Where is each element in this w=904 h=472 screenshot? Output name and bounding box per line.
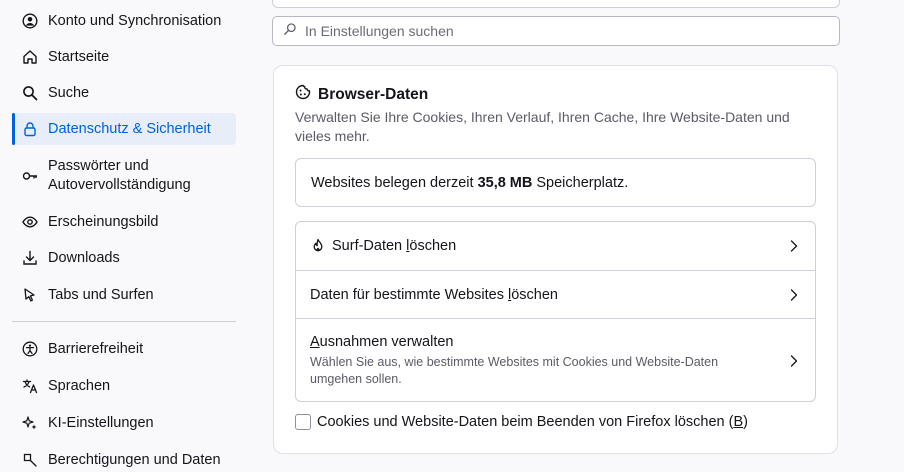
label-part: öschen [511,286,558,303]
delete-on-close-label: Cookies und Website-Daten beim Beenden v… [317,414,748,430]
chevron-right-icon [789,239,799,253]
sidebar-item-account[interactable]: Konto und Synchronisation [12,11,236,31]
sidebar-item-label: Suche [48,84,90,101]
access-key: B [733,414,744,430]
label-part: Surf-Daten [332,238,407,254]
flame-icon [310,238,326,254]
sidebar-item-label-line2: Autovervollständigung [48,177,191,193]
accessibility-icon [12,341,48,357]
sidebar-item-label: Sprachen [48,377,111,394]
search-icon [283,22,305,41]
usage-suffix: Speicherplatz. [536,174,629,191]
storage-usage-box: Websites belegen derzeit 35,8 MB Speiche… [295,158,816,207]
sidebar-item-label: Erscheinungsbild [48,213,159,230]
chevron-right-icon [789,354,799,368]
search-input[interactable] [305,23,839,39]
browser-data-actions-list: Surf-Daten löschen Daten für bestimmte W… [295,221,816,402]
sidebar-item-label: Berechtigungen und Daten [48,451,221,468]
delete-on-close-checkbox[interactable] [295,414,311,430]
lock-icon [12,121,48,137]
ai-sparkle-icon [12,415,48,431]
label-part: öschen [409,238,457,254]
cookie-icon [295,84,318,105]
usage-prefix: Websites belegen derzeit [311,174,474,191]
clear-browsing-data-label: Surf-Daten löschen [332,238,456,254]
sidebar-item-permissions[interactable]: Berechtigungen und Daten [12,450,236,470]
delete-on-close-option[interactable]: Cookies und Website-Daten beim Beenden v… [295,414,748,430]
clear-site-data-row[interactable]: Daten für bestimmte Websites löschen [296,270,815,318]
sidebar-item-languages[interactable]: Sprachen [12,376,236,396]
sidebar-item-home[interactable]: Startseite [12,47,236,67]
label-part: Cookies und Website-Daten beim Beenden v… [317,414,734,430]
card-title: Browser-Daten [318,85,429,103]
permissions-icon [12,452,48,468]
sidebar-item-label: Tabs und Surfen [48,286,154,303]
sidebar-divider [12,321,236,322]
sidebar-item-label: Barrierefreiheit [48,340,144,357]
sidebar-item-accessibility[interactable]: Barrierefreiheit [12,339,236,359]
sidebar-item-label: Konto und Synchronisation [48,12,222,29]
card-header: Browser-Daten [295,84,428,105]
manage-exceptions-description: Wählen Sie aus, wie bestimmte Websites m… [310,355,719,386]
sidebar-item-label: Downloads [48,249,120,266]
sidebar-item-label-group: Passwörter und Autovervollständigung [48,157,191,195]
chevron-right-icon [789,288,799,302]
sidebar-item-search[interactable]: Suche [12,83,236,103]
browser-data-card: Browser-Daten Verwalten Sie Ihre Cookies… [273,65,838,454]
label-part: Daten für bestimmte Websites [310,286,508,303]
language-icon [12,378,48,394]
sidebar-item-label: KI-Einstellungen [48,414,154,431]
key-icon [12,157,48,184]
usage-value: 35,8 MB [477,174,533,191]
sidebar-item-appearance[interactable]: Erscheinungsbild [12,212,236,232]
tabs-icon [12,287,48,303]
sidebar-item-label: Datenschutz & Sicherheit [48,120,211,137]
manage-exceptions-label: Ausnahmen verwalten [310,334,453,350]
manage-exceptions-row[interactable]: Ausnahmen verwalten Wählen Sie aus, wie … [296,318,815,401]
account-icon [12,13,48,29]
settings-search-box[interactable] [272,16,840,46]
settings-sidebar: Konto und Synchronisation Startseite Suc… [0,0,250,472]
sidebar-item-tabs-browsing[interactable]: Tabs und Surfen [12,285,236,305]
sidebar-item-passwords[interactable]: Passwörter und Autovervollständigung [12,157,236,197]
clear-browsing-data-row[interactable]: Surf-Daten löschen [296,222,815,270]
clear-site-data-label: Daten für bestimmte Websites löschen [310,287,558,303]
eye-icon [12,214,48,230]
sidebar-item-ai-settings[interactable]: KI-Einstellungen [12,413,236,433]
previous-section-edge [272,0,840,8]
search-icon [12,85,48,101]
sidebar-item-privacy-security[interactable]: Datenschutz & Sicherheit [12,113,236,145]
card-description: Verwalten Sie Ihre Cookies, Ihren Verlau… [295,109,790,144]
home-icon [12,49,48,65]
access-key: A [310,334,320,350]
label-part: ) [743,414,748,430]
sidebar-item-label: Startseite [48,48,110,65]
label-part: usnahmen verwalten [319,334,454,350]
download-icon [12,250,48,266]
sidebar-item-label: Passwörter und [48,158,149,174]
sidebar-item-downloads[interactable]: Downloads [12,248,236,268]
